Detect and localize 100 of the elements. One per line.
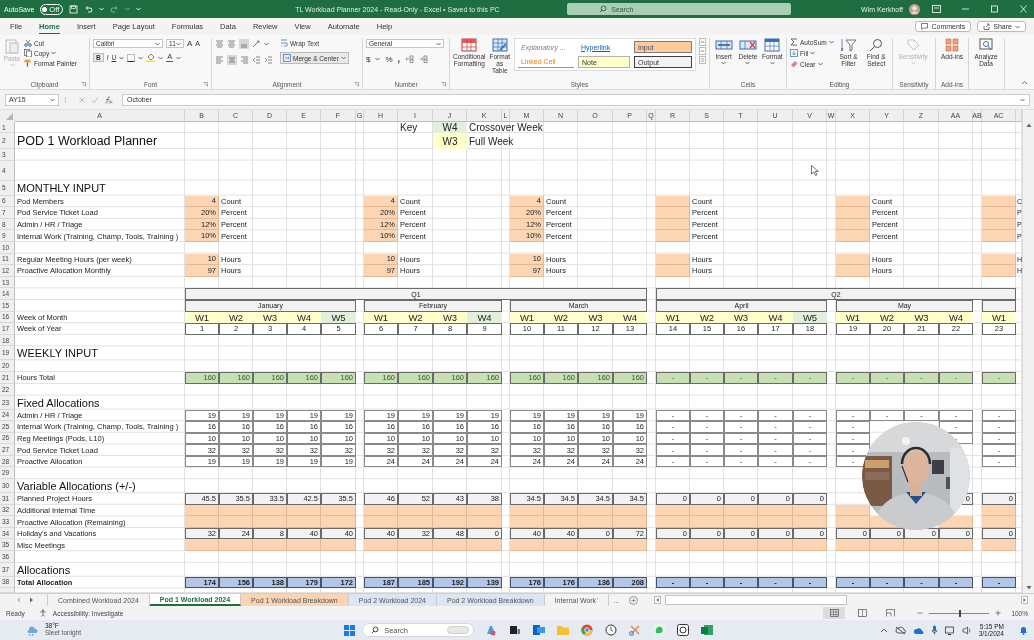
dialog-launcher-icon[interactable] <box>354 82 359 87</box>
input-cell[interactable] <box>433 539 467 552</box>
input-cell[interactable] <box>656 539 690 552</box>
scroll-down-icon[interactable] <box>1024 585 1033 591</box>
comma-button[interactable]: , <box>397 54 401 64</box>
input-cell[interactable] <box>690 516 724 528</box>
input-cell[interactable] <box>982 516 1016 528</box>
input-cell[interactable] <box>578 516 613 528</box>
ribbon-display-icon[interactable] <box>932 5 941 13</box>
input-cell[interactable] <box>690 539 724 552</box>
input-cell[interactable] <box>656 516 690 528</box>
input-cell[interactable] <box>939 539 973 552</box>
clock-icon[interactable] <box>605 624 618 636</box>
scrollbar-thumb[interactable] <box>665 595 848 605</box>
save-icon[interactable] <box>69 4 79 14</box>
decrease-decimal-icon[interactable] <box>419 55 429 63</box>
input-cell[interactable] <box>321 539 356 552</box>
input-cell[interactable] <box>793 539 827 552</box>
dialog-launcher-icon[interactable] <box>441 82 446 87</box>
text-orientation-icon[interactable] <box>252 40 261 48</box>
input-cell[interactable] <box>185 539 219 552</box>
input-cell[interactable] <box>364 516 398 528</box>
input-cell[interactable] <box>724 516 758 528</box>
dialog-launcher-icon[interactable] <box>81 82 86 87</box>
input-cell[interactable] <box>510 539 544 552</box>
mail-icon[interactable] <box>533 624 546 636</box>
accessibility-icon[interactable] <box>38 609 47 617</box>
input-cell[interactable] <box>467 516 502 528</box>
dialog-launcher-icon[interactable] <box>203 82 208 87</box>
fill-color-icon[interactable] <box>146 53 156 62</box>
input-cell[interactable] <box>219 516 253 528</box>
scroll-up-icon[interactable] <box>699 38 706 46</box>
input-cell[interactable] <box>510 516 544 528</box>
avatar-icon[interactable] <box>909 3 920 15</box>
input-cell[interactable] <box>836 539 870 552</box>
align-right-icon[interactable] <box>240 56 249 64</box>
add-sheet-icon[interactable] <box>629 595 639 605</box>
previous-sheet-icon[interactable] <box>16 597 21 603</box>
function-icon[interactable] <box>104 95 113 104</box>
input-cell[interactable] <box>185 516 219 528</box>
chevron-up-icon[interactable] <box>879 627 888 633</box>
input-cell[interactable] <box>982 539 1016 552</box>
increase-decimal-icon[interactable] <box>405 55 415 63</box>
cancel-icon[interactable] <box>78 95 86 104</box>
scroll-up-icon[interactable] <box>1024 122 1033 128</box>
cloud-icon[interactable] <box>912 625 924 635</box>
input-cell[interactable] <box>613 516 647 528</box>
more-icon[interactable] <box>699 56 706 64</box>
input-cell[interactable] <box>836 230 870 242</box>
task-view-icon[interactable] <box>509 624 522 636</box>
input-cell[interactable] <box>836 516 870 528</box>
spreadsheet-icon[interactable] <box>701 624 714 636</box>
input-cell[interactable] <box>398 539 433 552</box>
input-cell[interactable] <box>253 516 287 528</box>
undo-icon[interactable] <box>84 4 94 14</box>
notification-icon[interactable] <box>1019 625 1028 635</box>
speaker-icon[interactable] <box>961 625 972 635</box>
percent-button[interactable]: % <box>385 54 393 64</box>
input-cell[interactable] <box>982 207 1016 219</box>
input-cell[interactable] <box>904 539 939 552</box>
maximize-icon[interactable] <box>990 5 999 13</box>
input-cell[interactable] <box>544 516 578 528</box>
align-middle-icon[interactable] <box>227 40 236 48</box>
check-icon[interactable] <box>91 95 99 104</box>
input-cell[interactable] <box>656 230 690 242</box>
zoom-in-icon[interactable] <box>995 610 1002 616</box>
browser-icon[interactable] <box>581 624 594 636</box>
folder-icon[interactable] <box>557 624 570 636</box>
scroll-down-icon[interactable] <box>699 47 706 55</box>
microphone-icon[interactable] <box>930 625 938 635</box>
input-cell[interactable] <box>613 539 647 552</box>
input-cell[interactable] <box>219 539 253 552</box>
page-layout-icon[interactable] <box>857 609 867 617</box>
input-cell[interactable] <box>724 539 758 552</box>
select-all-icon[interactable] <box>0 110 15 122</box>
increase-font-button[interactable]: A <box>187 39 193 48</box>
scroll-right-icon[interactable] <box>1021 596 1028 604</box>
slider-thumb[interactable] <box>959 609 962 617</box>
input-cell[interactable] <box>758 539 793 552</box>
collapse-ribbon-icon[interactable] <box>1021 80 1028 85</box>
snipping-icon[interactable] <box>629 624 642 636</box>
input-cell[interactable] <box>870 539 904 552</box>
input-cell[interactable] <box>836 207 870 219</box>
next-sheet-icon[interactable] <box>29 597 34 603</box>
align-top-icon[interactable] <box>215 40 224 48</box>
close-icon[interactable] <box>1019 5 1028 13</box>
input-cell[interactable] <box>656 265 690 277</box>
normal-view-icon[interactable] <box>829 609 839 617</box>
input-cell[interactable] <box>467 539 502 552</box>
input-cell[interactable] <box>656 207 690 219</box>
currency-button[interactable]: $ <box>366 54 371 64</box>
input-cell[interactable] <box>398 516 433 528</box>
input-cell[interactable] <box>982 230 1016 242</box>
minimize-icon[interactable] <box>961 5 970 13</box>
align-left-icon[interactable] <box>215 56 224 64</box>
input-cell[interactable] <box>578 539 613 552</box>
input-cell[interactable] <box>544 539 578 552</box>
zoom-out-icon[interactable] <box>917 610 924 616</box>
page-break-icon[interactable] <box>885 609 895 617</box>
input-cell[interactable] <box>982 265 1016 277</box>
